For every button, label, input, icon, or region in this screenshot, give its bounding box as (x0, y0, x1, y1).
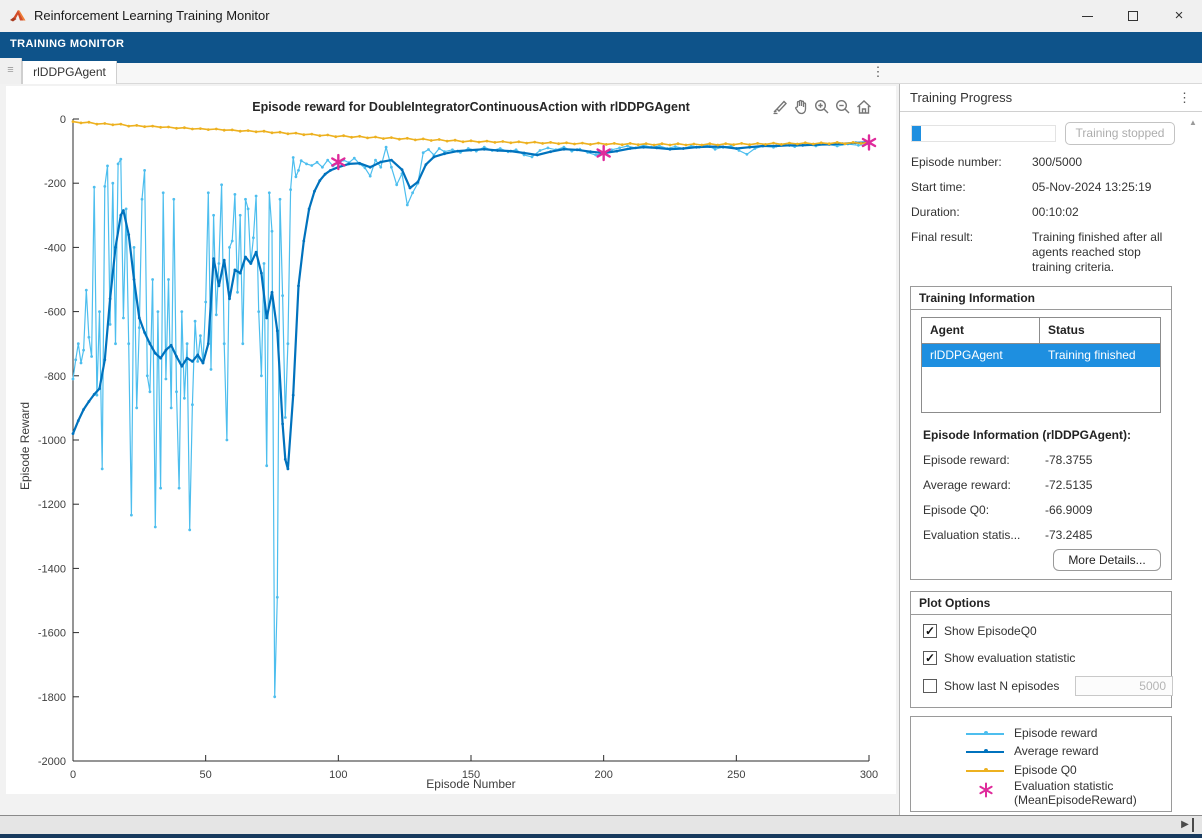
start-time-label: Start time: (911, 180, 1029, 194)
axes-toolbar (770, 97, 874, 119)
matlab-logo-icon (10, 8, 26, 24)
average-reward-dot-icon (984, 749, 988, 753)
svg-text:-1800: -1800 (38, 692, 66, 704)
show-evaluation-statistic-label: Show evaluation statistic (944, 651, 1075, 665)
legend-box: Episode reward Average reward Episode Q0 (910, 716, 1172, 812)
episode-reward-label: Episode reward: (923, 453, 1041, 467)
episode-reward-value: -78.3755 (1045, 453, 1092, 467)
svg-text:-1000: -1000 (38, 435, 66, 447)
window-title: Reinforcement Learning Training Monitor (34, 8, 270, 23)
chart-panel: 0501001502002503000-200-400-600-800-1000… (0, 84, 899, 815)
show-evaluation-statistic-checkbox[interactable]: ✓ (923, 651, 937, 665)
table-row[interactable]: rlDDPGAgent Training finished (922, 344, 1160, 367)
training-progress-bar (911, 125, 1056, 142)
training-plot[interactable]: 0501001502002503000-200-400-600-800-1000… (6, 86, 896, 792)
plot-options-group: Plot Options ✓ Show EpisodeQ0 ✓ Show eva… (910, 591, 1172, 708)
show-last-n-episodes-label: Show last N episodes (944, 679, 1059, 693)
progress-fill (912, 126, 921, 141)
svg-text:-200: -200 (44, 178, 66, 190)
svg-text:-2000: -2000 (38, 756, 66, 768)
final-result-value: Training finished after all agents reach… (1032, 230, 1180, 275)
training-figure: 0501001502002503000-200-400-600-800-1000… (6, 86, 896, 794)
document-tabstrip: ≡ rlDDPGAgent ⋮ (0, 58, 1202, 84)
zoom-out-icon[interactable] (834, 97, 853, 117)
training-progress-panel: Training Progress ⋮ Training stopped Epi… (899, 84, 1202, 815)
ribbon: TRAINING MONITOR (0, 32, 1202, 58)
training-stopped-button[interactable]: Training stopped (1065, 122, 1175, 145)
evaluation-statistic-label: Evaluation statis... (923, 528, 1041, 542)
agent-column-header[interactable]: Agent (922, 318, 1040, 343)
svg-text:-600: -600 (44, 307, 66, 319)
title-bar: Reinforcement Learning Training Monitor … (0, 0, 1202, 32)
status-cell: Training finished (1040, 344, 1144, 367)
average-reward-value: -72.5135 (1045, 478, 1092, 492)
scroll-up-icon[interactable]: ▲ (1186, 118, 1200, 130)
plot-options-title: Plot Options (911, 592, 1171, 615)
x-axis-label: Episode Number (73, 777, 869, 791)
close-button[interactable]: × (1156, 0, 1202, 32)
n-episodes-input[interactable] (1075, 676, 1173, 696)
ribbon-tab-training-monitor[interactable]: TRAINING MONITOR (10, 38, 124, 50)
y-axis-label: Episode Reward (18, 316, 34, 576)
maximize-button[interactable] (1110, 0, 1156, 32)
tabstrip-accent (0, 58, 1202, 63)
legend-entry-episode-reward[interactable]: Episode reward (911, 725, 1171, 743)
final-result-label: Final result: (911, 230, 1029, 244)
svg-text:-400: -400 (44, 242, 66, 254)
export-icon[interactable] (770, 97, 789, 117)
episode-number-value: 300/5000 (1032, 155, 1180, 170)
minimize-button[interactable] (1064, 0, 1110, 32)
svg-text:-1600: -1600 (38, 628, 66, 640)
drag-handle-icon[interactable]: ≡ (0, 58, 22, 84)
show-episodeq0-checkbox[interactable]: ✓ (923, 624, 937, 638)
duration-label: Duration: (911, 205, 1029, 219)
agent-status-table: Agent Status rlDDPGAgent Training finish… (921, 317, 1161, 413)
episode-q0-dot-icon (984, 768, 988, 772)
app-window: Reinforcement Learning Training Monitor … (0, 0, 1202, 838)
svg-text:-1400: -1400 (38, 563, 66, 575)
show-last-n-episodes-checkbox[interactable] (923, 679, 937, 693)
start-time-value: 05-Nov-2024 13:25:19 (1032, 180, 1180, 195)
episode-information-title: Episode Information (rlDDPGAgent): (923, 428, 1131, 442)
collapse-panel-icon[interactable]: ▶ (1178, 818, 1194, 832)
main-content: 0501001502002503000-200-400-600-800-1000… (0, 84, 1202, 815)
table-header-row: Agent Status (922, 318, 1160, 344)
panel-scroll-content: Training stopped Episode number: 300/500… (900, 112, 1182, 812)
more-details-button[interactable]: More Details... (1053, 549, 1161, 571)
svg-text:0: 0 (60, 114, 66, 126)
legend-entry-evaluation-statistic[interactable]: Evaluation statistic (MeanEpisodeReward) (911, 779, 1171, 809)
status-bar: ▶ (0, 815, 1202, 834)
svg-text:-1200: -1200 (38, 499, 66, 511)
agent-cell: rlDDPGAgent (922, 344, 1040, 367)
average-reward-label: Average reward: (923, 478, 1041, 492)
training-information-title: Training Information (911, 287, 1171, 310)
zoom-in-icon[interactable] (812, 97, 831, 117)
home-icon[interactable] (855, 97, 874, 117)
status-column-header[interactable]: Status (1040, 318, 1160, 343)
training-information-group: Training Information Agent Status rlDDPG… (910, 286, 1172, 580)
tab-rlddpgagent[interactable]: rlDDPGAgent (22, 61, 117, 84)
window-bottom-edge (0, 834, 1202, 838)
evaluation-statistic-value: -73.2485 (1045, 528, 1092, 542)
panel-header: Training Progress ⋮ (900, 84, 1202, 112)
legend-entry-episode-q0[interactable]: Episode Q0 (911, 762, 1171, 780)
duration-value: 00:10:02 (1032, 205, 1180, 220)
panel-kebab-icon[interactable]: ⋮ (1178, 87, 1191, 109)
legend-entry-average-reward[interactable]: Average reward (911, 743, 1171, 761)
tabstrip-kebab-icon[interactable]: ⋮ (866, 61, 890, 83)
show-episodeq0-label: Show EpisodeQ0 (944, 624, 1037, 638)
svg-text:-800: -800 (44, 371, 66, 383)
episode-reward-dot-icon (984, 731, 988, 735)
panel-title: Training Progress (910, 90, 1012, 105)
episode-q0-label: Episode Q0: (923, 503, 1041, 517)
pan-icon[interactable] (791, 97, 810, 117)
panel-scrollbar[interactable]: ▲ ▼ (1184, 114, 1200, 804)
evaluation-statistic-asterisk-icon (977, 781, 995, 799)
plot-title: Episode reward for DoubleIntegratorConti… (73, 100, 869, 114)
episode-q0-value: -66.9009 (1045, 503, 1092, 517)
episode-number-label: Episode number: (911, 155, 1029, 169)
